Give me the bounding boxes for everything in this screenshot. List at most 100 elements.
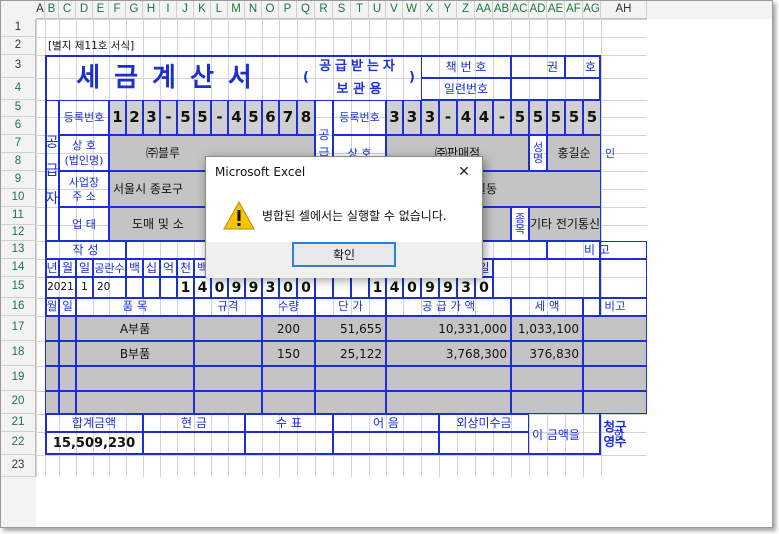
column-header[interactable]: C — [59, 1, 76, 19]
biz-type-label: 업 태 — [59, 207, 109, 241]
column-header[interactable]: Y — [439, 1, 457, 19]
ok-button[interactable]: 확인 — [292, 242, 396, 267]
row-header[interactable]: 22 — [1, 432, 36, 455]
row-header[interactable]: 6 — [1, 117, 36, 135]
column-header[interactable]: P — [279, 1, 297, 19]
buyer-item-type: 기타 전기통신 — [529, 207, 601, 241]
close-icon[interactable]: ✕ — [446, 157, 482, 187]
row-header[interactable]: 19 — [1, 366, 36, 391]
item-table-header: 품 목 — [76, 298, 194, 316]
written-label: 작 성 — [45, 241, 126, 259]
row-header[interactable]: 20 — [1, 391, 36, 414]
row-header[interactable]: 15 — [1, 277, 36, 298]
row-header[interactable]: 7 — [1, 135, 36, 153]
column-header[interactable]: AC — [511, 1, 529, 19]
column-header[interactable]: X — [421, 1, 439, 19]
item-qty: 200 — [262, 316, 315, 341]
row-header[interactable]: 14 — [1, 259, 36, 277]
remarks-value — [493, 259, 647, 298]
column-header[interactable]: L — [211, 1, 228, 19]
column-header[interactable]: Q — [297, 1, 315, 19]
suffix-label: 함 — [613, 427, 625, 442]
item-table-header: 단 가 — [315, 298, 386, 316]
row-header[interactable]: 18 — [1, 341, 36, 366]
company-label-line: (법인명) — [64, 154, 104, 167]
row-header[interactable]: 23 — [1, 455, 36, 477]
column-header[interactable]: J — [177, 1, 194, 19]
column-header[interactable]: T — [351, 1, 369, 19]
row-header[interactable]: 4 — [1, 78, 36, 100]
column-header[interactable]: B — [45, 1, 59, 19]
item-remarks — [583, 316, 647, 341]
item-name — [76, 366, 194, 391]
dialog-title: Microsoft Excel — [215, 165, 306, 179]
book-number-label: 책 번 호 — [421, 55, 511, 78]
column-header[interactable]: O — [262, 1, 279, 19]
column-header[interactable]: F — [109, 1, 126, 19]
column-header[interactable]: AD — [529, 1, 547, 19]
column-header[interactable]: AF — [565, 1, 583, 19]
tax-digit: 9 — [421, 277, 439, 298]
column-header[interactable]: G — [126, 1, 143, 19]
row-header[interactable]: 1 — [1, 19, 36, 37]
row-header[interactable]: 2 — [1, 37, 36, 55]
date-header: 년 — [45, 259, 59, 277]
row-header[interactable]: 8 — [1, 153, 36, 171]
column-header[interactable]: E — [93, 1, 109, 19]
row-header[interactable]: 12 — [1, 225, 36, 241]
item-name — [76, 391, 194, 414]
excel-window: A B C D E F G H I J K L M N O P Q R S T U V W X Y Z AA AB AC AD AE AF AG… — [0, 0, 773, 528]
supply-unit-header: 천 — [177, 259, 194, 277]
row-header[interactable]: 5 — [1, 100, 36, 117]
column-header[interactable]: AB — [493, 1, 511, 19]
supplier-reg-digit: - — [211, 100, 228, 135]
supply-digit: 0 — [297, 277, 315, 298]
column-header[interactable]: N — [245, 1, 262, 19]
item-unit-price — [315, 366, 386, 391]
column-header[interactable]: AA — [475, 1, 493, 19]
column-header[interactable]: A — [36, 1, 45, 19]
column-header[interactable]: S — [333, 1, 351, 19]
item-table-header: 월 — [45, 298, 59, 316]
column-header[interactable]: I — [160, 1, 177, 19]
address-label: 사업장 주 소 — [59, 171, 109, 207]
column-header[interactable]: AE — [547, 1, 565, 19]
supply-unit-header: 억 — [160, 259, 177, 277]
column-header[interactable]: AH — [601, 1, 647, 19]
item-unit-price — [315, 391, 386, 414]
supplier-reg-digit: 5 — [245, 100, 262, 135]
column-header[interactable]: V — [386, 1, 403, 19]
buyer-reg-digit: 3 — [403, 100, 421, 135]
supplier-reg-digit: 5 — [177, 100, 194, 135]
row-header[interactable]: 16 — [1, 298, 36, 316]
item-table-header: 수량 — [262, 298, 315, 316]
column-header[interactable]: AG — [583, 1, 601, 19]
column-header[interactable]: U — [369, 1, 386, 19]
date-header: 월 — [59, 259, 76, 277]
promissory-note-label: 어 음 — [333, 414, 439, 432]
column-header[interactable]: W — [403, 1, 421, 19]
item-remarks — [583, 366, 647, 391]
supply-unit-header: 백 — [126, 259, 143, 277]
column-header[interactable]: K — [194, 1, 211, 19]
row-header[interactable]: 21 — [1, 414, 36, 432]
supplier-label-char: 공 — [45, 134, 59, 151]
row-header[interactable]: 3 — [1, 55, 36, 78]
tax-digit: 1 — [369, 277, 386, 298]
row-header[interactable]: 17 — [1, 316, 36, 341]
select-all-corner[interactable] — [1, 1, 36, 19]
item-day — [59, 391, 76, 414]
supply-digit: 1 — [177, 277, 194, 298]
column-header[interactable]: R — [315, 1, 333, 19]
company-label-line: 상 호 — [72, 139, 96, 152]
row-header[interactable]: 9 — [1, 171, 36, 189]
row-header[interactable]: 13 — [1, 241, 36, 259]
column-header[interactable]: H — [143, 1, 160, 19]
row-header[interactable]: 10 — [1, 189, 36, 207]
column-header[interactable]: M — [228, 1, 245, 19]
buyer-label-char: 공 — [318, 127, 330, 142]
column-header[interactable]: D — [76, 1, 93, 19]
row-header[interactable]: 11 — [1, 207, 36, 225]
column-header[interactable]: Z — [457, 1, 475, 19]
cash-value — [143, 432, 245, 455]
